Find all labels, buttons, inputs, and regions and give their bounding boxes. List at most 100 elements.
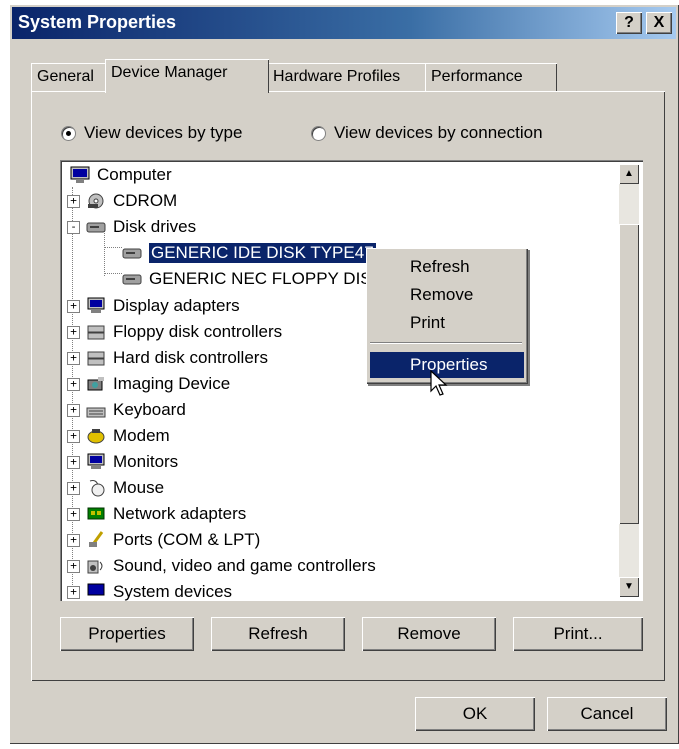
ok-button[interactable]: OK bbox=[415, 697, 535, 731]
expand-icon[interactable]: + bbox=[67, 481, 80, 495]
scroll-up-icon[interactable]: ▲ bbox=[619, 164, 639, 184]
view-by-connection-option[interactable]: View devices by connection bbox=[311, 123, 543, 143]
mouse-icon bbox=[89, 480, 105, 497]
tree-label: System devices bbox=[113, 582, 233, 601]
menu-item-remove[interactable]: Remove bbox=[370, 282, 524, 308]
tab-general[interactable]: General bbox=[31, 63, 109, 91]
tab-hardware-profiles[interactable]: Hardware Profiles bbox=[267, 63, 429, 91]
tree-item-mouse[interactable]: + Mouse bbox=[67, 475, 164, 501]
device-tree[interactable]: Computer + CDROM - Disk drives GENERIC I… bbox=[60, 160, 643, 601]
view-by-type-option[interactable]: View devices by type bbox=[61, 123, 242, 143]
expand-icon[interactable]: + bbox=[67, 377, 80, 391]
tree-item-display-adapters[interactable]: + Display adapters bbox=[67, 293, 240, 319]
menu-item-print[interactable]: Print bbox=[370, 310, 524, 336]
imaging-device-icon bbox=[87, 377, 104, 391]
tree-label: Sound, video and game controllers bbox=[113, 556, 376, 575]
tree-item-generic-nec-floppy[interactable]: GENERIC NEC FLOPPY DISK bbox=[122, 266, 383, 292]
tree-label-selected: GENERIC IDE DISK TYPE47 bbox=[149, 243, 376, 263]
expand-icon[interactable]: + bbox=[67, 533, 80, 547]
tree-label: Computer bbox=[97, 165, 172, 184]
monitor-icon bbox=[87, 453, 105, 469]
tree-label: Keyboard bbox=[113, 400, 186, 419]
remove-button[interactable]: Remove bbox=[362, 617, 496, 651]
system-devices-icon bbox=[87, 583, 105, 596]
tree-item-hard-disk-controllers[interactable]: + Hard disk controllers bbox=[67, 345, 268, 371]
radio-selected-icon bbox=[61, 125, 76, 141]
tree-label: Hard disk controllers bbox=[113, 348, 268, 367]
expand-icon[interactable]: + bbox=[67, 194, 80, 208]
tree-root-computer[interactable]: Computer bbox=[70, 162, 172, 188]
cdrom-icon bbox=[88, 193, 104, 209]
properties-button[interactable]: Properties bbox=[60, 617, 194, 651]
floppy-controller-icon bbox=[87, 325, 105, 340]
menu-separator bbox=[370, 342, 522, 344]
computer-icon bbox=[70, 166, 90, 183]
system-properties-window: System Properties ? X General Device Man… bbox=[9, 4, 679, 744]
tree-label: Mouse bbox=[113, 478, 165, 497]
scroll-down-icon[interactable]: ▼ bbox=[619, 577, 639, 597]
tree-item-ports[interactable]: + Ports (COM & LPT) bbox=[67, 527, 260, 553]
modem-icon bbox=[87, 429, 105, 444]
expand-icon[interactable]: + bbox=[67, 455, 80, 469]
tree-item-monitors[interactable]: + Monitors bbox=[67, 449, 178, 475]
context-menu: Refresh Remove Print Properties bbox=[366, 248, 528, 384]
help-button[interactable]: ? bbox=[616, 12, 642, 34]
ports-icon bbox=[89, 531, 104, 547]
tree-item-network-adapters[interactable]: + Network adapters bbox=[67, 501, 246, 527]
tree-item-keyboard[interactable]: + Keyboard bbox=[67, 397, 186, 423]
expand-icon[interactable]: + bbox=[67, 351, 80, 365]
expand-icon[interactable]: + bbox=[67, 585, 80, 599]
expand-icon[interactable]: + bbox=[67, 299, 80, 313]
print-button[interactable]: Print... bbox=[513, 617, 643, 651]
disk-drive-icon bbox=[122, 274, 142, 285]
tree-label: Disk drives bbox=[113, 217, 197, 236]
tree-item-generic-ide-disk[interactable]: GENERIC IDE DISK TYPE47 bbox=[122, 240, 376, 266]
tree-label: Monitors bbox=[113, 452, 179, 471]
tree-label: Floppy disk controllers bbox=[113, 322, 283, 341]
window-title: System Properties bbox=[18, 12, 177, 32]
collapse-icon[interactable]: - bbox=[67, 220, 80, 234]
cancel-button[interactable]: Cancel bbox=[547, 697, 667, 731]
tree-line bbox=[104, 247, 122, 248]
menu-item-refresh[interactable]: Refresh bbox=[370, 254, 524, 280]
tree-item-floppy-controllers[interactable]: + Floppy disk controllers bbox=[67, 319, 282, 345]
tree-label: Imaging Device bbox=[113, 374, 231, 393]
scroll-thumb[interactable] bbox=[619, 224, 639, 524]
mouse-cursor-icon bbox=[430, 370, 448, 396]
disk-drive-icon bbox=[122, 248, 142, 259]
tree-label: CDROM bbox=[113, 191, 178, 210]
device-manager-panel: View devices by type View devices by con… bbox=[31, 91, 665, 681]
expand-icon[interactable]: + bbox=[67, 507, 80, 521]
hdd-controller-icon bbox=[87, 351, 105, 366]
expand-icon[interactable]: + bbox=[67, 559, 80, 573]
tree-item-disk-drives[interactable]: - Disk drives bbox=[67, 214, 196, 240]
tree-scrollbar[interactable]: ▲ ▼ bbox=[619, 164, 639, 597]
disk-drive-icon bbox=[86, 222, 106, 233]
tab-performance[interactable]: Performance bbox=[425, 63, 557, 91]
tree-label: Modem bbox=[113, 426, 170, 445]
refresh-button[interactable]: Refresh bbox=[211, 617, 345, 651]
tab-device-manager[interactable]: Device Manager bbox=[105, 59, 269, 93]
sound-icon bbox=[87, 560, 103, 574]
tree-label: Network adapters bbox=[113, 504, 247, 523]
tree-line bbox=[104, 273, 122, 274]
tree-item-modem[interactable]: + Modem bbox=[67, 423, 170, 449]
tree-item-system-devices[interactable]: + System devices bbox=[67, 579, 232, 601]
close-button[interactable]: X bbox=[646, 12, 672, 34]
view-by-connection-label: View devices by connection bbox=[334, 123, 543, 142]
keyboard-icon bbox=[86, 407, 106, 418]
tree-label: Display adapters bbox=[113, 296, 240, 315]
tree-item-cdrom[interactable]: + CDROM bbox=[67, 188, 177, 214]
expand-icon[interactable]: + bbox=[67, 325, 80, 339]
tree-label: Ports (COM & LPT) bbox=[113, 530, 261, 549]
network-adapter-icon bbox=[87, 507, 105, 520]
expand-icon[interactable]: + bbox=[67, 403, 80, 417]
view-by-type-label: View devices by type bbox=[84, 123, 243, 142]
tree-item-sound-video-game[interactable]: + Sound, video and game controllers bbox=[67, 553, 376, 579]
expand-icon[interactable]: + bbox=[67, 429, 80, 443]
display-adapter-icon bbox=[87, 297, 105, 313]
title-bar[interactable]: System Properties ? X bbox=[12, 7, 676, 39]
radio-unselected-icon bbox=[311, 125, 326, 141]
tree-label: GENERIC NEC FLOPPY DISK bbox=[149, 269, 383, 288]
tree-item-imaging-device[interactable]: + Imaging Device bbox=[67, 371, 230, 397]
